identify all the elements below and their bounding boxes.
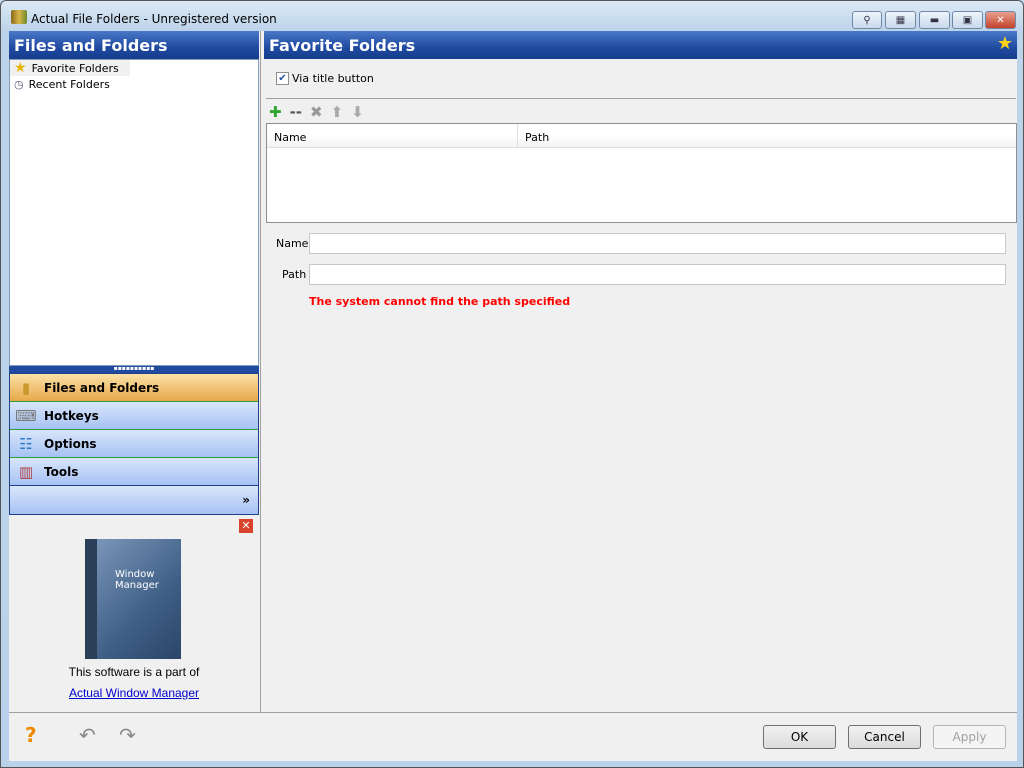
splitter-handle[interactable]: ▪▪▪▪▪▪▪▪▪▪ — [9, 366, 259, 373]
checkbox-label: Via title button — [292, 72, 374, 85]
favorites-list[interactable]: Name Path — [266, 123, 1017, 223]
cancel-button[interactable]: Cancel — [848, 725, 921, 749]
app-icon — [11, 10, 27, 24]
nav-files-and-folders[interactable]: ▮ Files and Folders — [10, 374, 258, 402]
delete-icon[interactable]: ✖ — [310, 103, 323, 121]
move-down-icon[interactable]: ⬇ — [351, 103, 364, 121]
footer-separator — [9, 712, 1017, 713]
error-message: The system cannot find the path specifie… — [309, 295, 571, 308]
chevron-double-icon: » — [242, 493, 250, 507]
options-icon: ☷ — [19, 434, 33, 453]
product-box-image: Window Manager — [85, 539, 181, 659]
undo-icon[interactable]: ↶ — [79, 723, 96, 747]
app-window: Actual File Folders - Unregistered versi… — [0, 0, 1024, 768]
redo-icon[interactable]: ↷ — [119, 723, 136, 747]
ad-text: This software is a part of — [68, 665, 200, 679]
ok-button[interactable]: OK — [763, 725, 836, 749]
star-icon[interactable]: ★ — [997, 33, 1013, 54]
column-header-path[interactable]: Path — [518, 124, 556, 147]
apply-button[interactable]: Apply — [933, 725, 1006, 749]
checkbox-icon[interactable]: ✔ — [276, 72, 289, 85]
separator-icon[interactable]: -- — [290, 103, 302, 121]
divider — [260, 31, 261, 712]
close-button[interactable]: ✕ — [985, 11, 1016, 29]
folder-tree[interactable]: ★ Favorite Folders ◷ Recent Folders — [9, 59, 259, 366]
path-input[interactable] — [309, 264, 1006, 285]
left-header: Files and Folders — [9, 31, 259, 59]
tree-item-recent-folders[interactable]: ◷ Recent Folders — [10, 76, 258, 92]
nav-label: Options — [44, 436, 97, 451]
right-header: Favorite Folders ★ — [264, 31, 1017, 59]
nav-options[interactable]: ☷ Options — [10, 430, 258, 458]
window-title: Actual File Folders - Unregistered versi… — [31, 12, 277, 26]
name-label: Name — [276, 237, 309, 250]
product-box-title: Window Manager — [115, 569, 159, 591]
nav-hotkeys[interactable]: ⌨ Hotkeys — [10, 402, 258, 430]
nav-label: Files and Folders — [44, 380, 160, 395]
move-up-icon[interactable]: ⬆ — [331, 103, 344, 121]
nav-label: Hotkeys — [44, 408, 99, 423]
help-icon[interactable]: ? — [25, 723, 37, 747]
right-header-title: Favorite Folders — [264, 31, 1017, 59]
transparency-button[interactable]: ▦ — [885, 11, 916, 29]
folder-icon: ▮ — [21, 378, 31, 397]
column-header-name[interactable]: Name — [267, 124, 518, 147]
tree-item-label: Recent Folders — [28, 77, 110, 91]
keyboard-icon: ⌨ — [15, 406, 37, 425]
path-label: Path — [282, 268, 307, 281]
pin-button[interactable]: ⚲ — [852, 11, 882, 29]
nav-pane: ▮ Files and Folders ⌨ Hotkeys ☷ Options ▥ To… — [9, 373, 259, 515]
clock-icon: ◷ — [14, 77, 24, 91]
maximize-button[interactable]: ▣ — [952, 11, 983, 29]
list-toolbar: ✚ -- ✖ ⬆ ⬇ — [269, 103, 364, 121]
minimize-button[interactable]: ▬ — [919, 11, 950, 29]
nav-label: Tools — [44, 464, 79, 479]
ad-link[interactable]: Actual Window Manager — [9, 686, 259, 700]
client-area: Files and Folders ★ Favorite Folders ◷ Rec… — [9, 31, 1017, 761]
star-icon: ★ — [14, 60, 27, 76]
nav-tools[interactable]: ▥ Tools — [10, 458, 258, 486]
add-icon[interactable]: ✚ — [269, 103, 282, 121]
nav-overflow-button[interactable]: » — [10, 486, 258, 514]
separator — [266, 98, 1016, 99]
via-title-checkbox[interactable]: ✔ Via title button — [276, 72, 374, 85]
tools-icon: ▥ — [18, 462, 34, 481]
left-header-title: Files and Folders — [9, 31, 259, 59]
close-ad-icon[interactable]: ✕ — [239, 519, 253, 533]
tree-item-favorite-folders[interactable]: ★ Favorite Folders — [10, 60, 130, 76]
name-input[interactable] — [309, 233, 1006, 254]
tree-item-label: Favorite Folders — [31, 61, 119, 75]
